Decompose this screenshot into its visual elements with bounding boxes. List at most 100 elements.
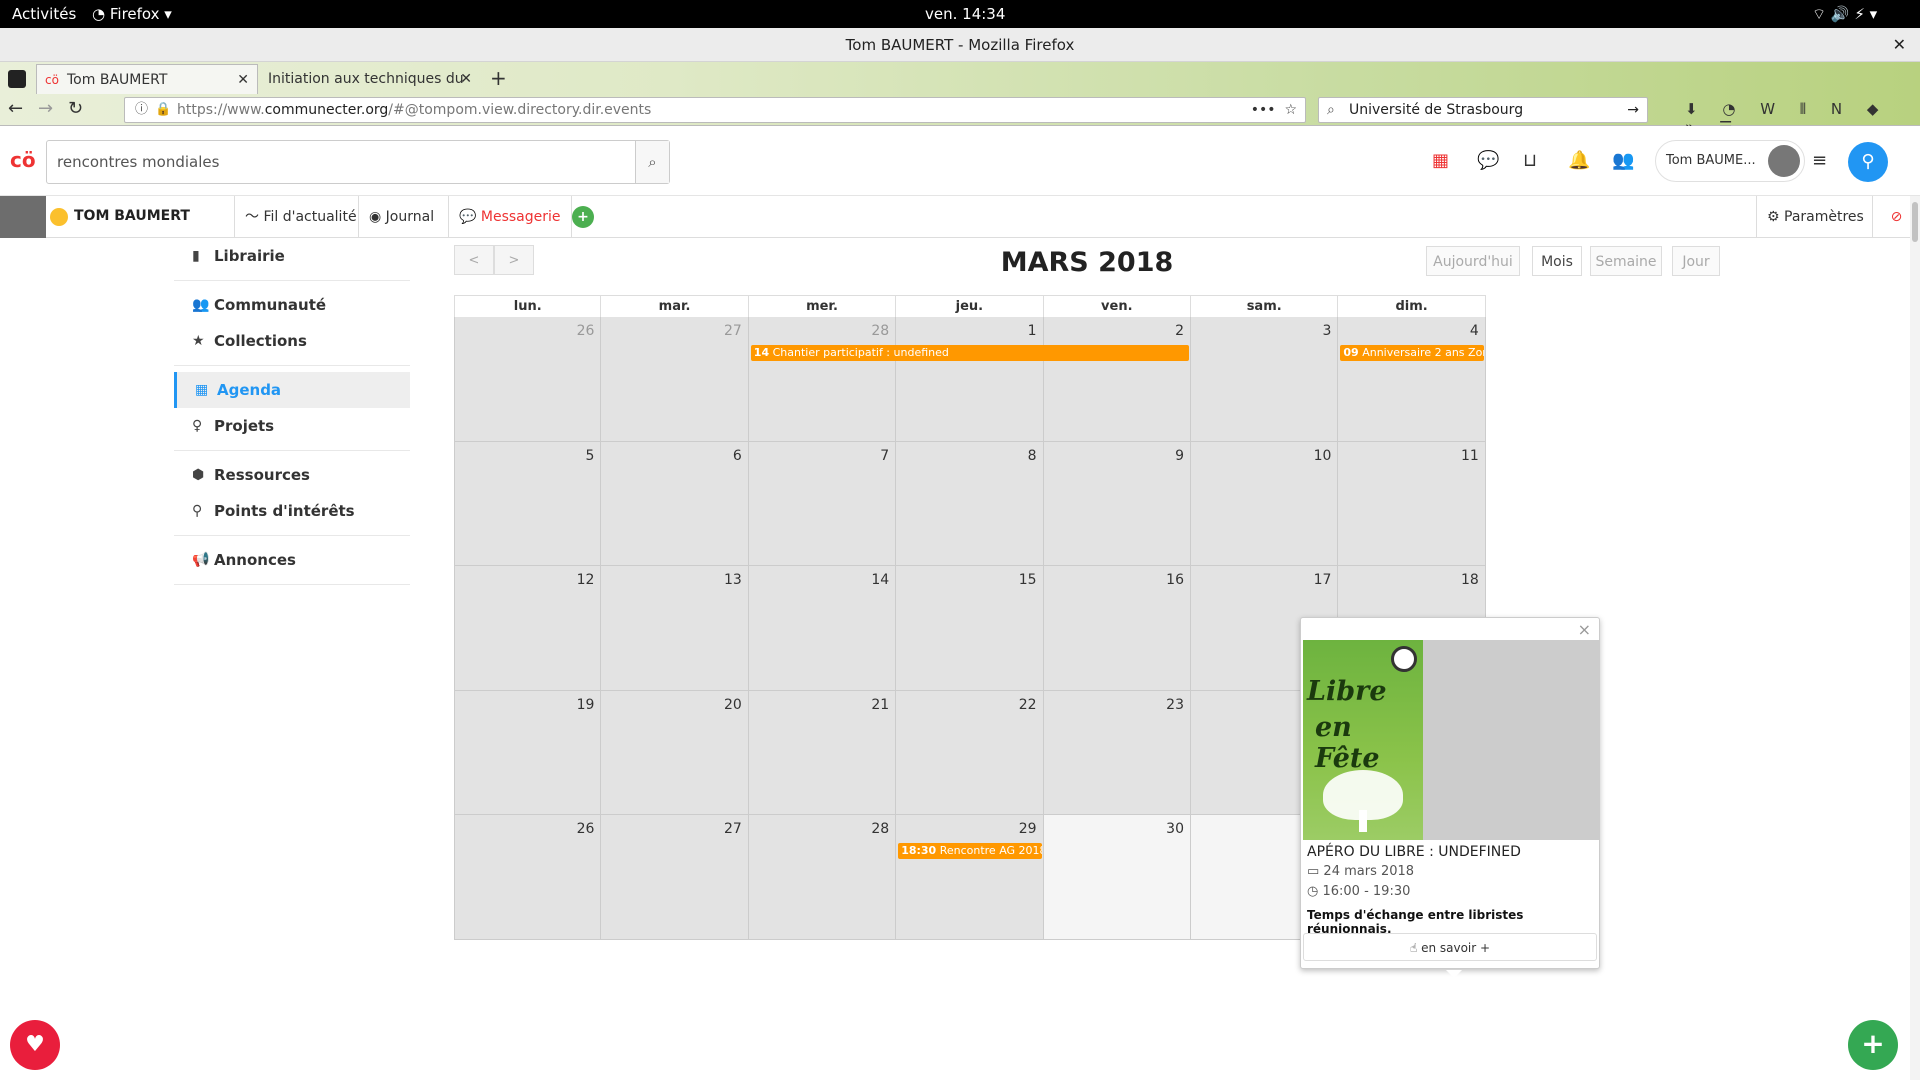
clock[interactable]: ven. 14:34 bbox=[925, 5, 1005, 23]
day-cell[interactable]: 20 bbox=[601, 690, 749, 815]
learn-more-button[interactable]: ☝ en savoir + bbox=[1303, 933, 1597, 961]
user-menu[interactable]: Tom BAUME... bbox=[1655, 140, 1805, 182]
event-image[interactable]: Libre en Fête bbox=[1303, 640, 1599, 840]
tab-close-icon[interactable]: ✕ bbox=[237, 65, 249, 95]
window-close-icon[interactable]: ✕ bbox=[1893, 28, 1906, 62]
day-cell[interactable]: 10 bbox=[1191, 441, 1339, 566]
url-bar[interactable]: ⓘ 🔒 https://www.communecter.org/#@tompom… bbox=[124, 97, 1306, 123]
day-cell[interactable]: 21 bbox=[748, 690, 897, 815]
page-actions[interactable]: ••• ☆ bbox=[1251, 98, 1297, 122]
sidebar-item-collections[interactable]: ★ Collections bbox=[174, 323, 410, 359]
day-cell[interactable]: 26 bbox=[454, 815, 602, 940]
firefox-app-menu[interactable]: ◔ Firefox ▾ bbox=[92, 5, 172, 23]
day-cell[interactable]: 9 bbox=[1043, 441, 1191, 566]
today-button[interactable]: Aujourd'hui bbox=[1426, 246, 1520, 276]
profile-name[interactable]: TOM BAUMERT bbox=[74, 208, 190, 224]
day-cell[interactable]: 2 bbox=[1043, 317, 1191, 442]
sidebar-item-agenda[interactable]: ▦ Agenda bbox=[174, 372, 410, 408]
day-cell[interactable]: 19 bbox=[454, 690, 602, 815]
chat-icon[interactable]: 💬 bbox=[1477, 150, 1499, 171]
day-cell[interactable]: 6 bbox=[601, 441, 749, 566]
day-cell[interactable]: 29 bbox=[896, 815, 1044, 940]
add-icon[interactable]: + bbox=[572, 206, 594, 228]
prev-month-button[interactable]: < bbox=[454, 245, 494, 275]
window-title: Tom BAUMERT - Mozilla Firefox bbox=[845, 36, 1075, 54]
activities-button[interactable]: Activités bbox=[12, 5, 76, 23]
day-number: 20 bbox=[723, 696, 742, 713]
day-cell[interactable]: 15 bbox=[896, 566, 1044, 691]
bookmark-star-icon[interactable]: ☆ bbox=[1284, 102, 1297, 118]
popup-close-icon[interactable]: × bbox=[1578, 620, 1591, 639]
add-floating-button[interactable]: + bbox=[1848, 1020, 1898, 1070]
new-tab-icon[interactable]: + bbox=[490, 64, 507, 92]
sidebar-item-annonces[interactable]: 📢 Annonces bbox=[174, 542, 410, 578]
favorite-heart-button[interactable]: ♥ bbox=[10, 1020, 60, 1070]
lock-warning-icon[interactable]: 🔒 bbox=[155, 98, 171, 122]
day-cell[interactable]: 4 bbox=[1338, 317, 1486, 442]
day-number: 28 bbox=[871, 821, 890, 837]
page-actions-more-icon[interactable]: ••• bbox=[1251, 102, 1276, 118]
browser-search-field[interactable]: ⌕ Université de Strasbourg → bbox=[1318, 97, 1648, 123]
calendar-event[interactable]: 14 Chantier participatif : undefined bbox=[750, 345, 1189, 361]
sidebar-item-projets[interactable]: ♀ Projets bbox=[174, 408, 410, 444]
day-cell[interactable]: 1 bbox=[896, 317, 1044, 442]
rss-icon: 〜 bbox=[245, 209, 264, 225]
profile-avatar[interactable] bbox=[0, 196, 46, 238]
forward-icon[interactable]: → bbox=[38, 98, 53, 119]
hamburger-icon[interactable]: ≡ bbox=[1812, 150, 1827, 171]
day-cell[interactable]: 16 bbox=[1043, 566, 1191, 691]
search-go-icon[interactable]: → bbox=[1627, 98, 1639, 122]
day-cell[interactable]: 22 bbox=[896, 690, 1044, 815]
calendar-event[interactable]: 18:30 Rencontre AG 2018 : unde bbox=[898, 843, 1042, 859]
communecter-logo[interactable]: cö bbox=[10, 148, 36, 172]
settings-button[interactable]: ⚙ Paramètres bbox=[1756, 196, 1874, 238]
nav-journal[interactable]: ◉ Journal bbox=[358, 196, 444, 238]
system-tray-icons[interactable]: ⌔ 🔊 ⚡ ▾ bbox=[1812, 5, 1877, 24]
tab-tom-baumert[interactable]: cö Tom BAUMERT ✕ bbox=[36, 64, 258, 94]
sidebar-item-communaute[interactable]: 👥 Communauté bbox=[174, 287, 410, 323]
calendar-event[interactable]: 09 Anniversaire 2 ans ZordiPouD bbox=[1340, 345, 1484, 361]
month-view-button[interactable]: Mois bbox=[1532, 246, 1582, 276]
next-month-button[interactable]: > bbox=[494, 245, 534, 275]
day-cell[interactable]: 7 bbox=[748, 441, 897, 566]
day-cell[interactable]: 13 bbox=[601, 566, 749, 691]
day-cell[interactable]: 26 bbox=[454, 317, 602, 442]
day-cell[interactable]: 5 bbox=[454, 441, 602, 566]
day-cell[interactable]: 28 bbox=[748, 815, 897, 940]
sidebar-item-ressources[interactable]: ⬢ Ressources bbox=[174, 457, 410, 493]
calendar-title: MARS 2018 bbox=[1000, 247, 1174, 278]
week-view-button[interactable]: Semaine bbox=[1590, 246, 1662, 276]
day-cell[interactable]: 30 bbox=[1043, 815, 1191, 940]
reload-icon[interactable]: ↻ bbox=[68, 98, 83, 119]
sidebar-item-points-interets[interactable]: ⚲ Points d'intérêts bbox=[174, 493, 410, 529]
day-cell[interactable]: 3 bbox=[1191, 317, 1339, 442]
sidebar-item-librairie[interactable]: ▮ Librairie bbox=[174, 238, 410, 274]
main-search-input[interactable]: rencontres mondiales ⌕ bbox=[46, 140, 670, 184]
scrollbar-thumb[interactable] bbox=[1912, 202, 1918, 242]
info-icon[interactable]: ⓘ bbox=[135, 98, 148, 122]
day-number: 2 bbox=[1175, 323, 1184, 339]
tab-close-icon[interactable]: ✕ bbox=[460, 64, 472, 94]
nav-messages[interactable]: 💬 Messagerie bbox=[448, 196, 572, 238]
day-cell[interactable]: 27 bbox=[601, 317, 749, 442]
page-scrollbar[interactable] bbox=[1910, 196, 1920, 1080]
day-number: 14 bbox=[871, 572, 890, 588]
day-cell[interactable]: 12 bbox=[454, 566, 602, 691]
location-pin-button[interactable]: ⚲ bbox=[1848, 142, 1888, 182]
day-cell[interactable]: 14 bbox=[748, 566, 897, 691]
day-cell[interactable]: 27 bbox=[601, 815, 749, 940]
nav-feed[interactable]: 〜 Fil d'actualité bbox=[234, 196, 367, 238]
search-button[interactable]: ⌕ bbox=[635, 141, 669, 183]
community-icon[interactable]: 👥 bbox=[1612, 150, 1634, 171]
apps-grid-icon[interactable]: ▦ bbox=[1432, 150, 1449, 171]
day-cell[interactable]: 11 bbox=[1338, 441, 1486, 566]
tab-initiation[interactable]: Initiation aux techniques du ✕ bbox=[258, 64, 480, 94]
day-cell[interactable]: 28 bbox=[748, 317, 897, 442]
day-cell[interactable]: 23 bbox=[1043, 690, 1191, 815]
back-icon[interactable]: ← bbox=[8, 98, 23, 119]
day-view-button[interactable]: Jour bbox=[1672, 246, 1720, 276]
day-cell[interactable]: 8 bbox=[896, 441, 1044, 566]
bell-icon[interactable]: 🔔 bbox=[1568, 150, 1590, 171]
inbox-icon[interactable]: ⊔ bbox=[1523, 150, 1537, 171]
pinned-tab-icon[interactable] bbox=[8, 70, 26, 88]
